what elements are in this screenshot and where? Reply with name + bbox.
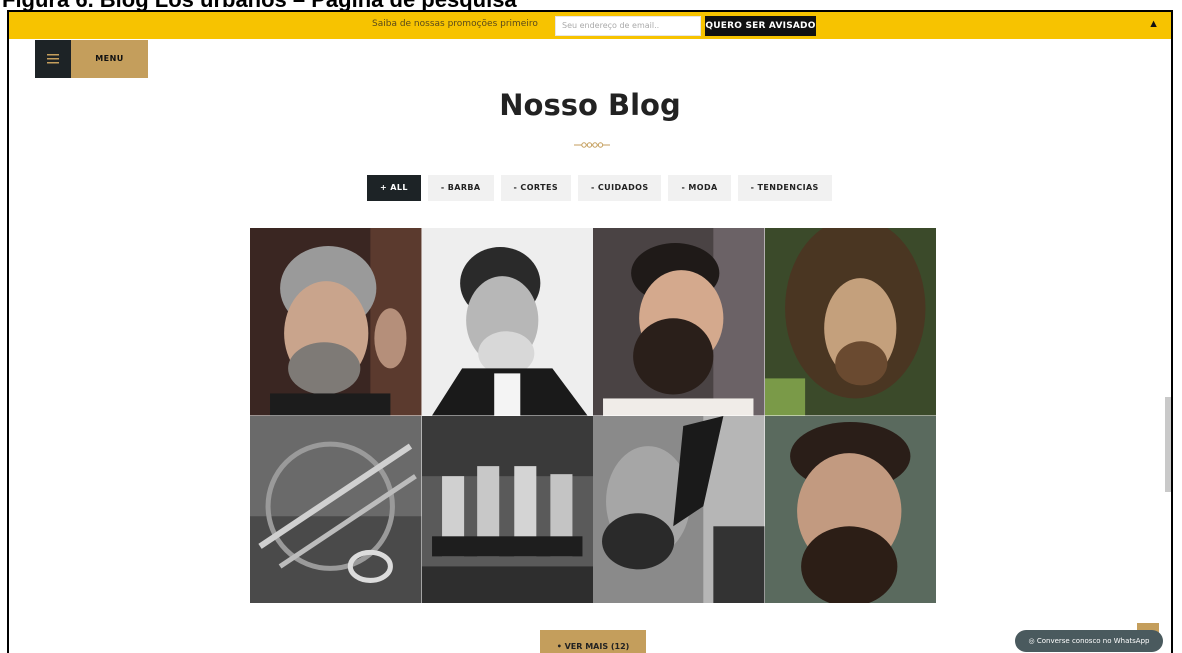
menu-label: MENU: [71, 40, 148, 78]
menu-button[interactable]: MENU: [35, 40, 148, 78]
dark-beard-profile-photo[interactable]: [593, 228, 765, 416]
filter-barba[interactable]: - BARBA: [427, 175, 494, 201]
gray-hair-beard-man-photo[interactable]: [250, 228, 422, 416]
browser-viewport: Saiba de nossas promoções primeiro Seu e…: [7, 10, 1173, 653]
filter-cuidados[interactable]: - CUIDADOS: [578, 175, 662, 201]
filter-cortes[interactable]: - CORTES: [500, 175, 571, 201]
whatsapp-label: Converse conosco no WhatsApp: [1036, 637, 1150, 645]
scrollbar-thumb[interactable]: [1165, 397, 1171, 492]
collapse-promo-icon[interactable]: ▲: [1148, 16, 1159, 32]
whatsapp-icon: ◎: [1028, 637, 1037, 645]
hamburger-icon: [35, 40, 71, 78]
bearded-man-closeup-photo[interactable]: [764, 415, 936, 603]
promo-text: Saiba de nossas promoções primeiro: [372, 19, 538, 29]
ornament-divider: [574, 142, 610, 148]
category-filters: + ALL - BARBA - CORTES - CUIDADOS - MODA…: [367, 175, 832, 201]
filter-all[interactable]: + ALL: [367, 175, 421, 201]
notify-me-button[interactable]: QUERO SER AVISADO: [705, 16, 816, 36]
beard-trim-photo[interactable]: [593, 415, 765, 603]
page-title: Nosso Blog: [499, 88, 681, 122]
blog-post-grid: [250, 228, 936, 603]
barbershop-group-photo[interactable]: [421, 415, 593, 603]
vintage-writer-portrait-photo[interactable]: [421, 228, 593, 416]
load-more-button[interactable]: • VER MAIS (12): [540, 630, 646, 653]
long-hair-man-photo[interactable]: [764, 228, 936, 416]
filter-moda[interactable]: - MODA: [668, 175, 731, 201]
promo-bar: Saiba de nossas promoções primeiro Seu e…: [9, 12, 1171, 39]
whatsapp-chat-button[interactable]: ◎ Converse conosco no WhatsApp: [1015, 630, 1163, 652]
filter-tendencias[interactable]: - TENDENCIAS: [737, 175, 832, 201]
email-input[interactable]: Seu endereço de email..: [555, 16, 701, 36]
barber-scissors-photo[interactable]: [250, 415, 422, 603]
